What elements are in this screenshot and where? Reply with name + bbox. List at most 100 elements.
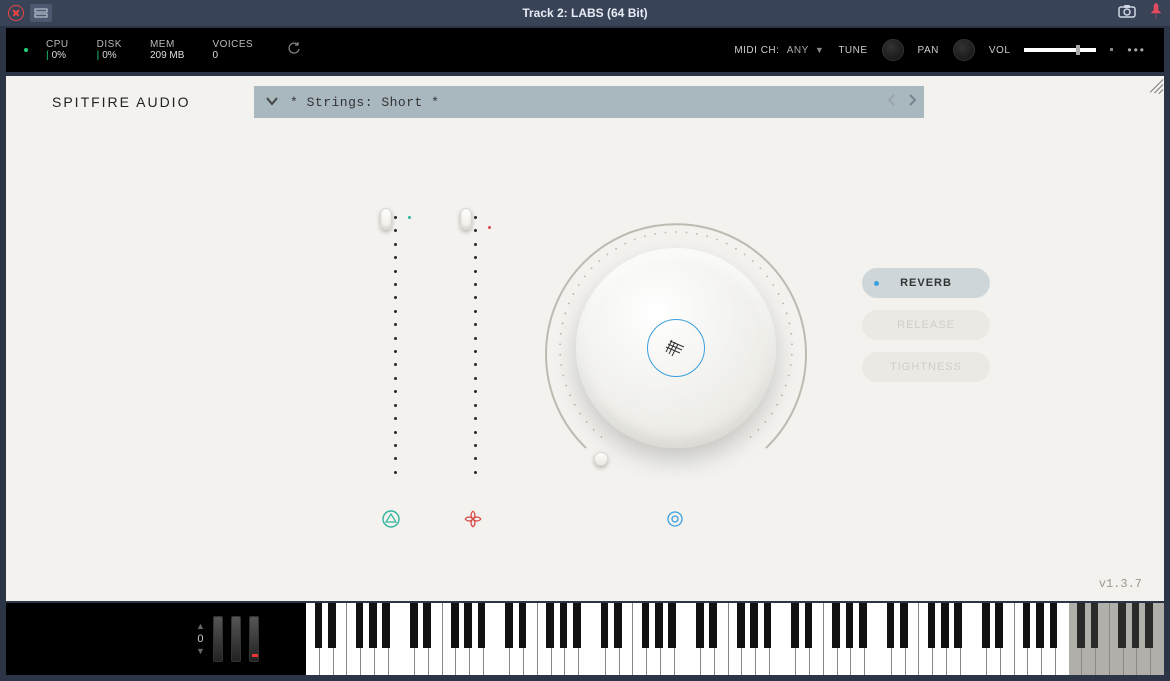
release-button[interactable]: RELEASE — [862, 310, 990, 340]
black-key[interactable] — [1118, 603, 1126, 648]
mem-stat: MEM 209 MB — [150, 39, 184, 61]
black-key[interactable] — [859, 603, 867, 648]
preset-name: * Strings: Short * — [290, 95, 439, 110]
aftertouch-wheel[interactable] — [249, 616, 259, 662]
disk-stat: DISK |0% — [97, 39, 122, 61]
main-knob[interactable] — [526, 198, 826, 498]
black-key[interactable] — [328, 603, 336, 648]
black-key[interactable] — [1077, 603, 1085, 648]
labs-logo-icon — [647, 319, 705, 377]
black-key[interactable] — [478, 603, 486, 648]
black-key[interactable] — [451, 603, 459, 648]
slider-handle[interactable] — [460, 208, 472, 230]
black-key[interactable] — [655, 603, 663, 648]
black-key[interactable] — [505, 603, 513, 648]
black-key[interactable] — [519, 603, 527, 648]
black-key[interactable] — [954, 603, 962, 648]
black-key[interactable] — [791, 603, 799, 648]
black-key[interactable] — [356, 603, 364, 648]
knob-target-icon — [664, 508, 686, 530]
level-meter-icon — [1110, 43, 1113, 57]
black-key[interactable] — [764, 603, 772, 648]
black-key[interactable] — [1145, 603, 1153, 648]
chevron-down-icon: ▼ — [815, 45, 824, 55]
mod-wheel[interactable] — [231, 616, 241, 662]
black-key[interactable] — [601, 603, 609, 648]
black-key[interactable] — [805, 603, 813, 648]
expression-icon — [380, 508, 402, 530]
reverb-button[interactable]: REVERB — [862, 268, 990, 298]
black-key[interactable] — [709, 603, 717, 648]
dynamics-slider[interactable] — [460, 204, 480, 486]
black-key[interactable] — [900, 603, 908, 648]
preset-selector[interactable]: * Strings: Short * — [254, 86, 924, 118]
plugin-body: SPITFIRE AUDIO * Strings: Short * — [6, 76, 1164, 601]
black-key[interactable] — [1023, 603, 1031, 648]
octave-up-icon[interactable]: ▲ — [196, 622, 205, 631]
expression-slider[interactable] — [380, 204, 400, 486]
black-key[interactable] — [1036, 603, 1044, 648]
black-key[interactable] — [382, 603, 390, 648]
cpu-stat: CPU |0% — [46, 39, 69, 61]
knob-face[interactable] — [576, 248, 776, 448]
brand-label: SPITFIRE AUDIO — [52, 94, 190, 110]
refresh-icon[interactable] — [287, 42, 301, 59]
window-menu-button[interactable] — [30, 4, 52, 22]
black-key[interactable] — [410, 603, 418, 648]
pin-icon[interactable] — [1150, 3, 1162, 24]
slider-handle[interactable] — [380, 208, 392, 230]
preset-next-button[interactable] — [908, 93, 916, 111]
resize-grip-icon[interactable] — [1146, 76, 1164, 94]
black-key[interactable] — [995, 603, 1003, 648]
volume-slider[interactable] — [1024, 48, 1096, 52]
status-indicator-icon — [24, 48, 28, 52]
tightness-button[interactable]: TIGHTNESS — [862, 352, 990, 382]
window-title: Track 2: LABS (64 Bit) — [0, 6, 1170, 20]
black-key[interactable] — [928, 603, 936, 648]
black-key[interactable] — [369, 603, 377, 648]
title-bar: Track 2: LABS (64 Bit) — [0, 0, 1170, 26]
black-key[interactable] — [546, 603, 554, 648]
black-key[interactable] — [941, 603, 949, 648]
black-key[interactable] — [737, 603, 745, 648]
chevron-down-icon — [254, 93, 290, 111]
black-key[interactable] — [696, 603, 704, 648]
screenshot-icon[interactable] — [1118, 4, 1136, 23]
tune-knob[interactable] — [882, 39, 904, 61]
volume-handle[interactable] — [1076, 45, 1080, 55]
more-menu-icon[interactable]: ••• — [1127, 43, 1146, 57]
black-key[interactable] — [315, 603, 323, 648]
midi-channel-selector[interactable]: MIDI CH: ANY ▼ — [734, 45, 824, 56]
preset-prev-button[interactable] — [888, 93, 896, 111]
black-key[interactable] — [642, 603, 650, 648]
octave-spinner[interactable]: ▲ 0 ▼ — [196, 622, 205, 656]
close-button[interactable] — [8, 5, 24, 21]
slider-accent-icon — [488, 226, 491, 229]
keyboard-panel: ▲ 0 ▼ — [6, 603, 1164, 675]
black-key[interactable] — [464, 603, 472, 648]
version-label: v1.3.7 — [1099, 577, 1142, 591]
black-key[interactable] — [750, 603, 758, 648]
black-key[interactable] — [423, 603, 431, 648]
pitch-wheel[interactable] — [213, 616, 223, 662]
black-key[interactable] — [1050, 603, 1058, 648]
octave-down-icon[interactable]: ▼ — [196, 647, 205, 656]
piano-keyboard[interactable] — [306, 603, 1164, 675]
black-key[interactable] — [1132, 603, 1140, 648]
pan-label: PAN — [918, 45, 939, 56]
black-key[interactable] — [887, 603, 895, 648]
black-key[interactable] — [560, 603, 568, 648]
black-key[interactable] — [846, 603, 854, 648]
pan-knob[interactable] — [953, 39, 975, 61]
black-key[interactable] — [832, 603, 840, 648]
vol-label: VOL — [989, 45, 1011, 56]
black-key[interactable] — [982, 603, 990, 648]
black-key[interactable] — [573, 603, 581, 648]
black-key[interactable] — [1091, 603, 1099, 648]
knob-indicator[interactable] — [594, 452, 608, 466]
black-key[interactable] — [614, 603, 622, 648]
tune-label: TUNE — [838, 45, 867, 56]
voices-stat: VOICES 0 — [212, 39, 253, 61]
black-key[interactable] — [668, 603, 676, 648]
status-bar: CPU |0% DISK |0% MEM 209 MB VOICES 0 MID… — [6, 28, 1164, 72]
